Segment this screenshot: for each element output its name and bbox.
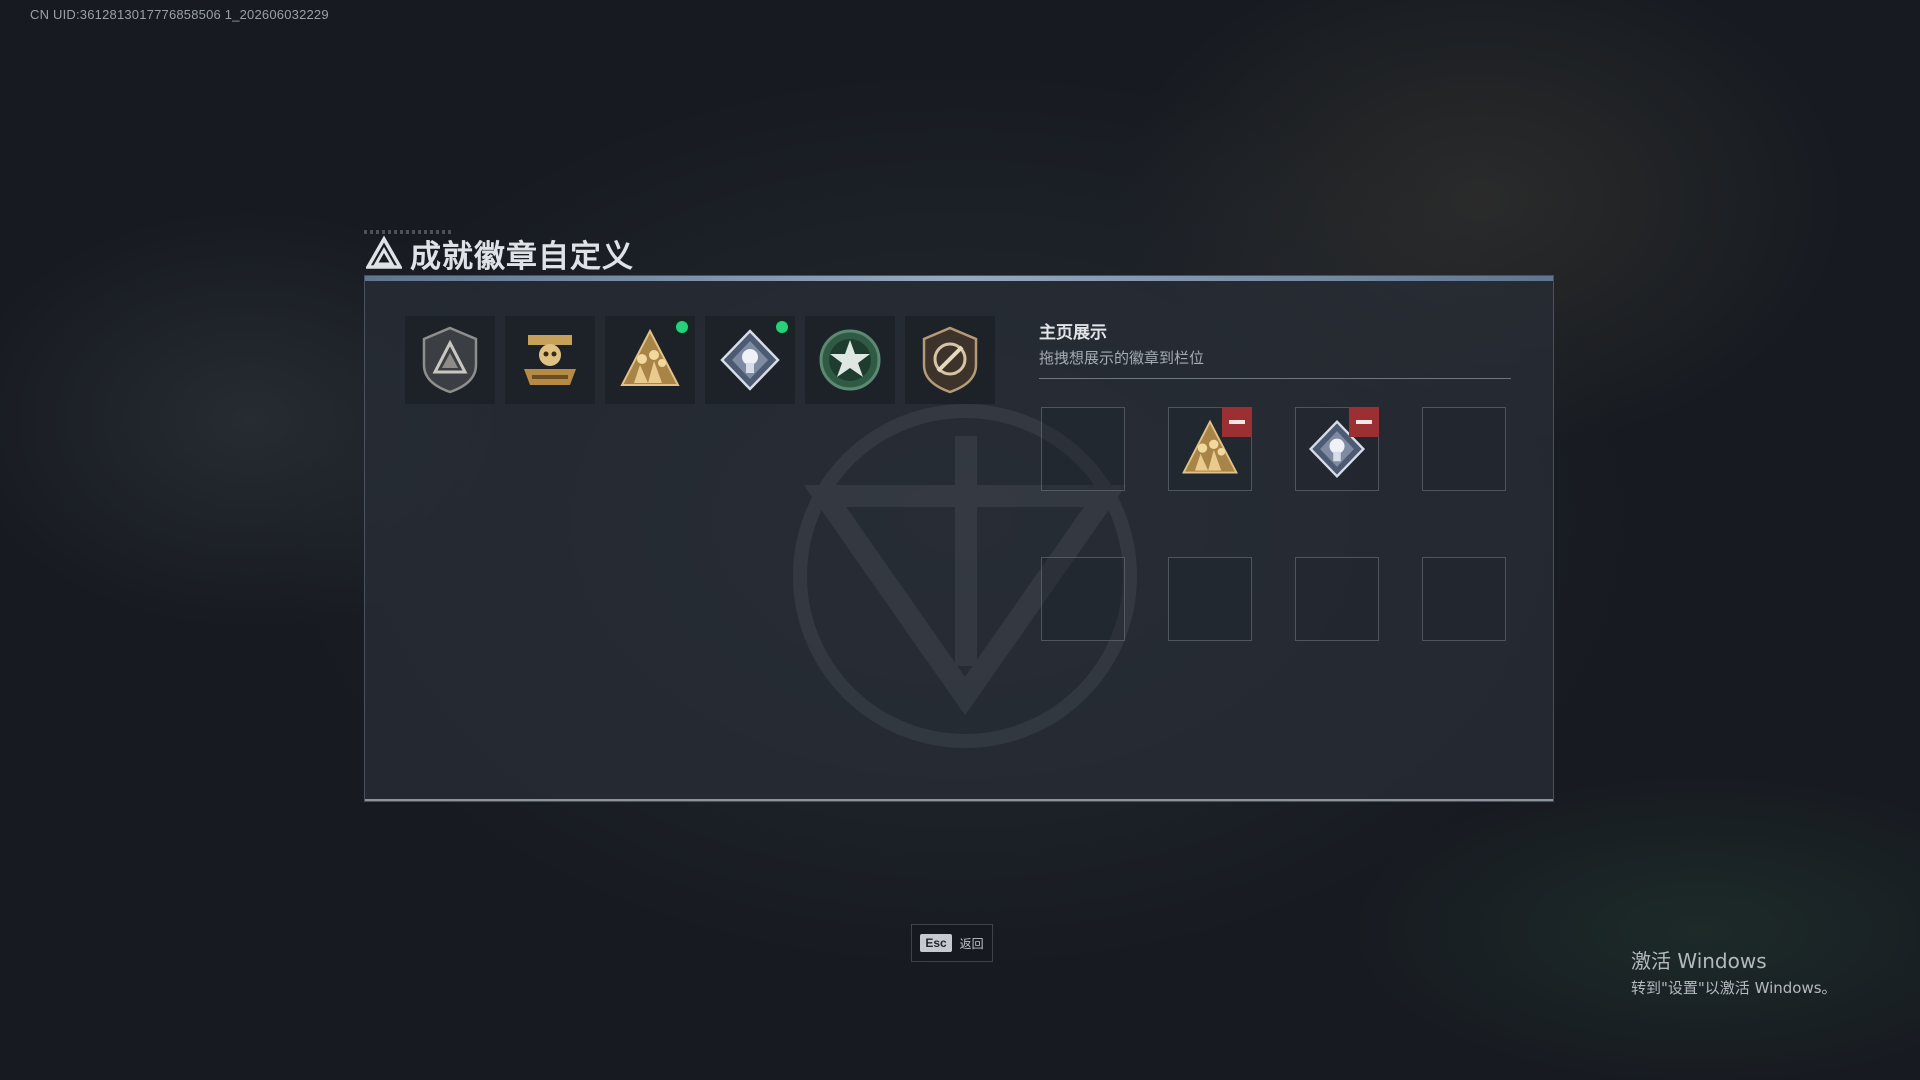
page-title: 成就徽章自定义 — [410, 238, 634, 274]
badge-tile[interactable] — [705, 316, 795, 404]
esc-back-button[interactable]: Esc 返回 — [911, 924, 993, 962]
esc-key-icon: Esc — [920, 934, 952, 952]
badge-tile[interactable] — [905, 316, 995, 404]
display-slot-1[interactable] — [1041, 407, 1125, 491]
windows-activation-watermark: 激活 Windows 转到"设置"以激活 Windows。 — [1631, 945, 1837, 998]
display-divider — [1039, 378, 1511, 379]
remove-badge-button[interactable] — [1349, 407, 1379, 437]
bronze-shield-compass-badge-icon — [922, 326, 978, 394]
display-slot-6[interactable] — [1168, 557, 1252, 641]
homepage-display-header: 主页展示 拖拽想展示的徽章到栏位 — [1039, 318, 1511, 379]
badge-tile[interactable] — [605, 316, 695, 404]
golden-skull-tank-badge-icon — [524, 335, 576, 385]
green-star-wreath-badge-icon — [819, 329, 881, 391]
new-indicator-dot — [676, 321, 688, 333]
activation-title: 激活 Windows — [1631, 949, 1767, 973]
remove-badge-button[interactable] — [1222, 407, 1252, 437]
display-slot-8[interactable] — [1422, 557, 1506, 641]
shield-triangle-badge-icon — [422, 326, 478, 394]
uid-overlay-text: CN UID:3612813017776858506 1_20260603222… — [30, 7, 329, 22]
panel-top-bar — [365, 276, 1553, 281]
badge-inventory — [405, 316, 995, 404]
display-slot-5[interactable] — [1041, 557, 1125, 641]
badge-tile[interactable] — [405, 316, 495, 404]
display-slot-7[interactable] — [1295, 557, 1379, 641]
badge-customize-panel: 主页展示 拖拽想展示的徽章到栏位 — [364, 275, 1554, 802]
triangle-logo-icon — [366, 235, 402, 269]
new-indicator-dot — [776, 321, 788, 333]
badge-tile[interactable] — [805, 316, 895, 404]
display-slot-3[interactable] — [1295, 407, 1379, 491]
esc-back-label: 返回 — [959, 936, 984, 951]
display-slot-2[interactable] — [1168, 407, 1252, 491]
panel-bottom-line — [365, 799, 1553, 801]
display-subtitle: 拖拽想展示的徽章到栏位 — [1039, 349, 1205, 367]
activation-hint: 转到"设置"以激活 Windows。 — [1631, 979, 1837, 997]
display-title: 主页展示 — [1039, 323, 1107, 343]
page-header: 成就徽章自定义 — [366, 232, 634, 274]
display-slot-4[interactable] — [1422, 407, 1506, 491]
silver-diamond-crest-badge-icon — [720, 329, 780, 391]
badge-tile[interactable] — [505, 316, 595, 404]
golden-triangle-soldiers-badge-icon — [620, 328, 680, 386]
